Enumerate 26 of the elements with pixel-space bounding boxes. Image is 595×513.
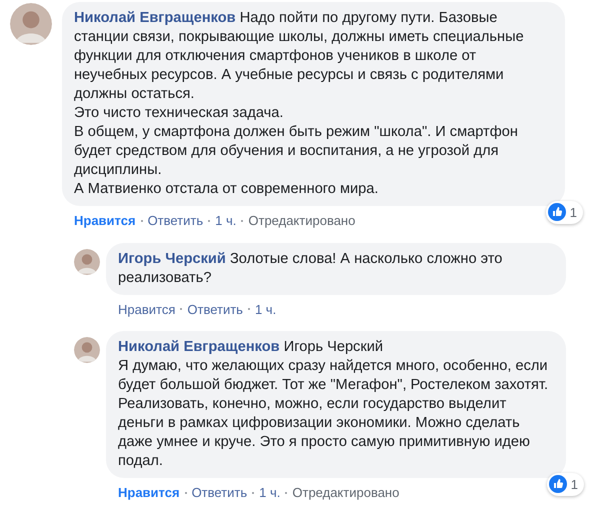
comment-text: Николай Евгращенков Игорь Черский Я думаю, что желающих сразу найдется много, особенно, если будет большой бюджет. Тот же "Мегафон", Ростелеком захотят. Реализовать, конечно, можно, если государство выделит деньги в рамках цифровизации экономики. Можно сделать даже умнее и круче. Это я просто самую примитивную идею подал. <box>118 338 550 471</box>
edited-label[interactable]: Отредактировано <box>248 211 356 230</box>
thumbs-up-icon <box>548 475 567 494</box>
thumbs-up-icon <box>548 203 566 222</box>
reaction-count: 1 <box>570 204 577 222</box>
author-link[interactable]: Николай Евгращенков <box>74 10 236 26</box>
timestamp[interactable]: 1 ч. <box>259 483 280 502</box>
author-link[interactable]: Николай Евгращенков <box>118 339 280 355</box>
reply-link[interactable]: Ответить <box>187 300 243 319</box>
like-link[interactable]: Нравится <box>74 211 136 230</box>
author-link[interactable]: Игорь Черский <box>118 250 226 266</box>
reaction-count: 1 <box>570 476 578 494</box>
comment-text: Игорь Черский Золотые слова! А насколько сложно это реализовать? <box>118 250 504 288</box>
reply-link[interactable]: Ответить <box>148 211 204 230</box>
reaction-badge[interactable]: 1 <box>546 472 584 496</box>
comment-text: Николай Евгращенков Надо пойти по другому пути. Базовые станции связи, покрывающие школы, должны иметь специальные функции для отключения смартфонов учеников в школе от неучебных ресурсов. А учебные ресурсы и связь с родителями должны остаться. Это чисто техническая задача. В общем, у смартфона должен быть режим "школа". И смартфон будет средством для обучения и воспитания, а не угрозой для дисциплины. А Матвиенко отстала от современного мира. <box>74 9 525 199</box>
avatar[interactable] <box>10 3 52 45</box>
like-link[interactable]: Нравится <box>118 300 176 319</box>
timestamp[interactable]: 1 ч. <box>215 211 236 230</box>
like-link[interactable]: Нравится <box>118 483 180 502</box>
timestamp[interactable]: 1 ч. <box>254 300 276 319</box>
edited-label[interactable]: Отредактировано <box>292 483 400 502</box>
reply-link[interactable]: Ответить <box>192 483 248 502</box>
reaction-badge[interactable]: 1 <box>546 200 583 224</box>
avatar[interactable] <box>74 248 100 274</box>
avatar[interactable] <box>74 337 100 363</box>
